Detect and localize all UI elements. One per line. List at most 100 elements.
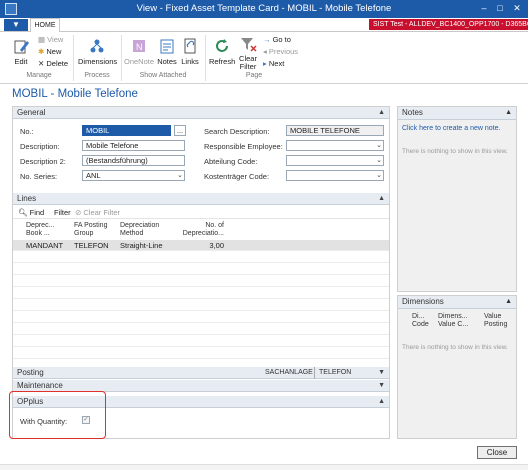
kostentraeger-code-field[interactable]: ⌄ — [286, 170, 384, 181]
description-field[interactable]: Mobile Telefone — [82, 140, 185, 151]
links-button[interactable]: Links — [180, 37, 200, 66]
notes-header[interactable]: Notes ▲ — [398, 107, 516, 120]
posting-title: Posting — [17, 368, 44, 377]
filter-button[interactable]: Filter — [54, 208, 71, 217]
group-show-attached: Show Attached — [139, 72, 187, 79]
minimize-button[interactable]: – — [477, 2, 491, 15]
dimensions-button[interactable]: Dimensions — [78, 37, 117, 66]
lines-fasttab-header[interactable]: Lines ▲ — [13, 193, 389, 205]
no-assist-button[interactable]: ... — [174, 125, 186, 136]
create-note-link[interactable]: Click here to create a new note. — [402, 125, 500, 132]
delete-label: Delete — [46, 59, 69, 68]
responsible-employee-label: Responsible Employee: — [204, 142, 283, 151]
group-process: Process — [84, 72, 110, 79]
window-title: View - Fixed Asset Template Card - MOBIL… — [136, 3, 392, 14]
new-button[interactable]: ✱ New — [38, 47, 61, 56]
no-field[interactable]: MOBIL — [82, 125, 171, 136]
posting-fasttab-header[interactable]: Posting SACHANLAGE TELEFON ▼ — [13, 367, 389, 379]
col-header-no-of-depreciation[interactable]: No. of Depreciatio... — [180, 222, 224, 238]
file-menu-button[interactable]: ▼ — [4, 19, 28, 31]
clear-filter-button[interactable]: Clear Filter — [237, 35, 259, 71]
col-header-fa-posting-group[interactable]: FA Posting Group — [74, 222, 114, 238]
col-header-depreciation-book[interactable]: Deprec... Book ... — [26, 222, 70, 238]
no-series-field[interactable]: ANL ⌄ — [82, 170, 185, 181]
clear-filter-icon — [241, 38, 257, 52]
table-row[interactable] — [13, 264, 389, 275]
view-label: View — [47, 35, 64, 44]
notes-empty-text: There is nothing to show in this view. — [402, 148, 508, 155]
search-description-label: Search Description: — [204, 127, 270, 136]
close-button[interactable]: Close — [477, 446, 517, 459]
chevron-down-icon: ▼ — [378, 369, 385, 376]
delete-button[interactable]: ✕ Delete — [38, 59, 68, 68]
notes-label: Notes — [157, 57, 177, 66]
col-header-depreciation-method[interactable]: Depreciation Method — [120, 222, 166, 238]
table-row[interactable] — [13, 324, 389, 335]
maintenance-title: Maintenance — [17, 381, 63, 390]
refresh-button[interactable]: Refresh — [209, 37, 235, 66]
table-row[interactable] — [13, 336, 389, 347]
highlight-box — [9, 391, 106, 439]
table-row[interactable] — [13, 348, 389, 359]
chevron-down-icon: ⌄ — [376, 157, 382, 164]
close-window-button[interactable]: ✕ — [510, 2, 524, 15]
refresh-icon — [216, 39, 228, 52]
abteilung-code-field[interactable]: ⌄ — [286, 155, 384, 166]
responsible-employee-field[interactable]: ⌄ — [286, 140, 384, 151]
no-series-value: ANL — [86, 171, 101, 180]
abteilung-code-label: Abteilung Code: — [204, 157, 258, 166]
table-row[interactable] — [13, 252, 389, 263]
find-button[interactable]: 🔍︎ Find — [18, 208, 44, 217]
edit-button[interactable]: Edit — [10, 37, 32, 66]
description2-field[interactable]: (Bestandsführung) — [82, 155, 185, 166]
clear-filter-label: Clear Filter — [239, 54, 257, 71]
view-icon: ▦ — [38, 35, 48, 44]
links-icon — [184, 38, 196, 54]
table-row[interactable] — [13, 276, 389, 287]
onenote-button[interactable]: N OneNote — [124, 37, 154, 66]
posting-summary-2: TELEFON — [314, 367, 351, 379]
edit-label: Edit — [14, 57, 28, 66]
cell-depreciation-book: MANDANT — [26, 241, 64, 250]
maximize-button[interactable]: □ — [493, 2, 507, 15]
links-label: Links — [181, 57, 199, 66]
cell-fa-posting-group: TELEFON — [74, 241, 109, 250]
svg-text:N: N — [136, 42, 143, 52]
goto-button[interactable]: → Go to — [263, 35, 291, 44]
divider — [13, 218, 389, 219]
cell-no-of-depreciation: 3,00 — [209, 241, 224, 250]
notes-title: Notes — [402, 108, 423, 117]
no-label: No.: — [20, 127, 34, 136]
notes-button[interactable]: Notes — [156, 37, 178, 66]
group-page: Page — [245, 72, 263, 79]
search-description-field[interactable]: MOBILE TELEFONE — [286, 125, 384, 136]
view-button[interactable]: ▦ View — [38, 35, 63, 44]
title-bar: View - Fixed Asset Template Card - MOBIL… — [0, 0, 528, 18]
previous-button[interactable]: ◂ Previous — [263, 47, 298, 56]
dim-col-value-code[interactable]: Dimens... Value C... — [438, 313, 478, 329]
chevron-down-icon: ⌄ — [376, 172, 382, 179]
chevron-down-icon: ⌄ — [376, 142, 382, 149]
chevron-up-icon: ▲ — [505, 298, 512, 305]
next-button[interactable]: ▸ Next — [263, 59, 284, 68]
chevron-up-icon: ▲ — [505, 109, 512, 116]
table-row[interactable] — [13, 300, 389, 311]
table-row[interactable] — [13, 312, 389, 323]
dimensions-header[interactable]: Dimensions ▲ — [398, 296, 516, 309]
table-row[interactable]: MANDANT TELEFON Straight-Line 3,00 — [13, 240, 389, 251]
onenote-icon: N — [133, 40, 145, 52]
edit-icon — [14, 40, 29, 54]
dim-col-code[interactable]: Di... Code — [412, 313, 434, 329]
dimensions-empty-text: There is nothing to show in this view. — [402, 344, 508, 351]
description-label: Description: — [20, 142, 60, 151]
ribbon: Edit ▦ View ✱ New ✕ Delete Manage Dimens… — [0, 32, 528, 84]
lines-clear-filter-button[interactable]: ⊘ Clear Filter — [75, 208, 120, 217]
dim-col-value-posting[interactable]: Value Posting — [484, 313, 514, 329]
table-row[interactable] — [13, 288, 389, 299]
page-title: MOBIL - Mobile Telefone — [12, 88, 138, 100]
general-fasttab-header[interactable]: General ▲ — [13, 107, 389, 119]
tab-home[interactable]: HOME — [30, 18, 60, 33]
group-manage: Manage — [26, 72, 52, 79]
lines-title: Lines — [17, 194, 37, 203]
dimensions-factbox: Dimensions ▲ Di... Code Dimens... Value … — [397, 295, 517, 439]
